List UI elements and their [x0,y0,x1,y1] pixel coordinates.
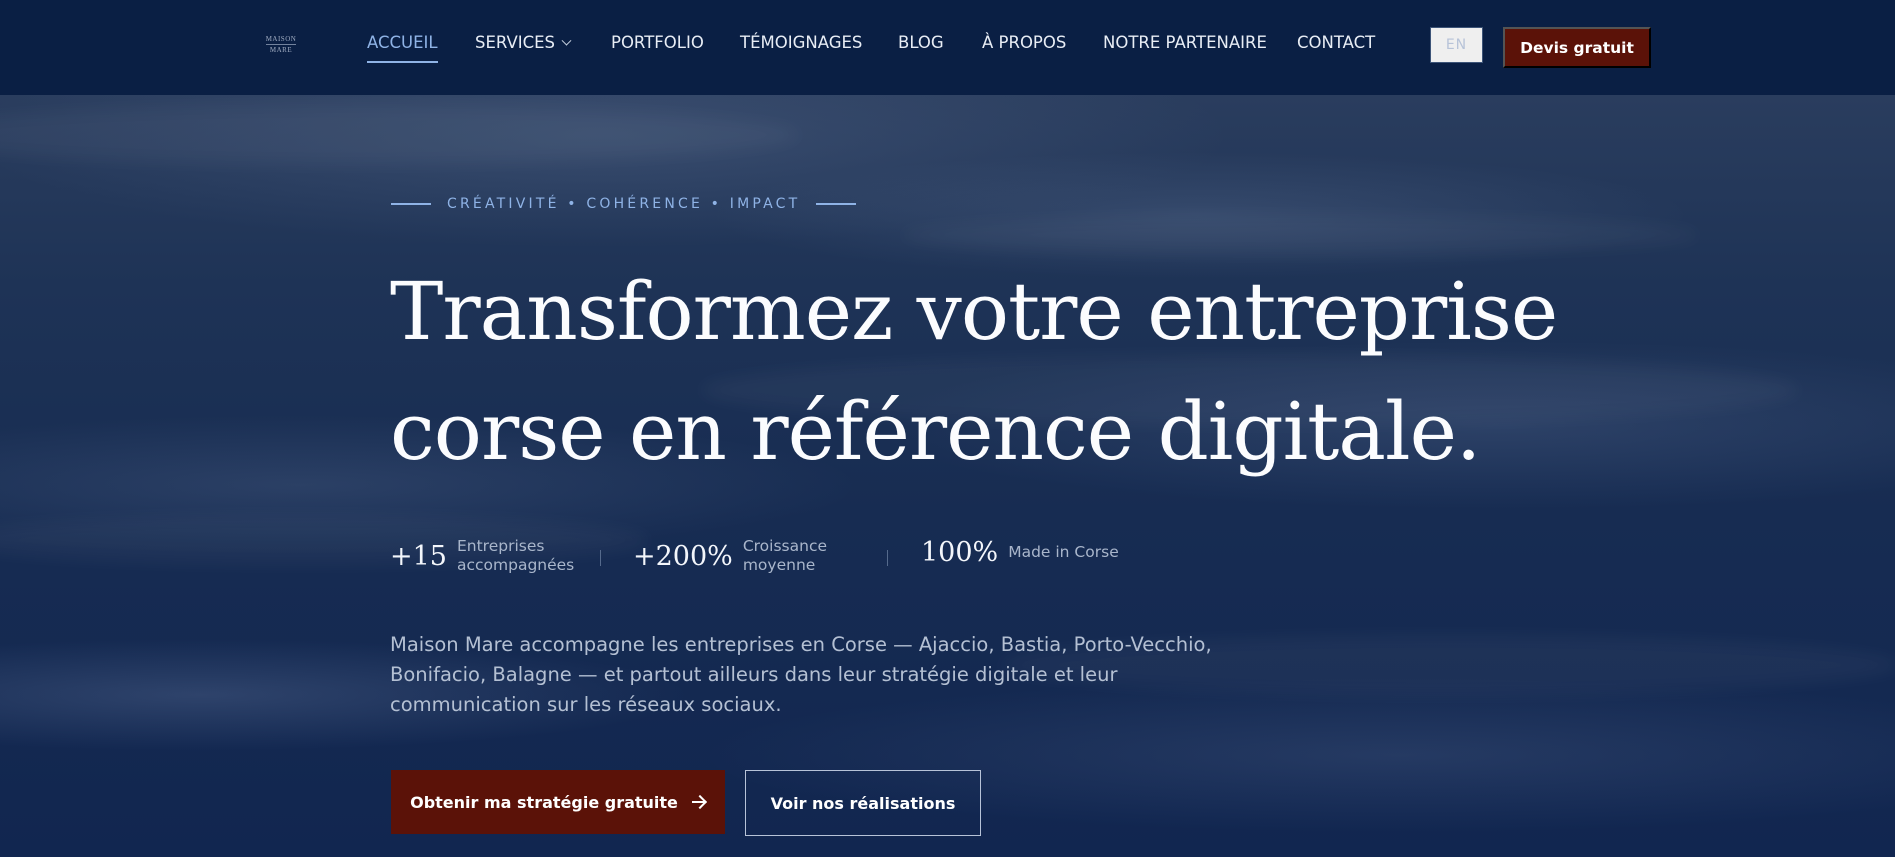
nav-label-temoignages: TÉMOIGNAGES [740,33,863,52]
arrow-right-icon [691,796,706,808]
hero-headline: Transformez votre entreprise corse en ré… [390,252,1590,492]
hero-eyebrow: CRÉATIVITÉ • COHÉRENCE • IMPACT [391,194,857,214]
stat-label-line: accompagnées [456,556,575,574]
headline-line-1: Transformez votre entreprise [390,265,1558,358]
stat-made-in-corse: 100% Made in Corse [921,537,1119,568]
chevron-down-icon [561,35,572,46]
cta-primary-label: Obtenir ma stratégie gratuite [410,792,678,812]
nav-item-services[interactable]: SERVICES [475,32,572,54]
stat-label-line: moyenne [742,556,816,574]
nav-label-services: SERVICES [475,33,556,52]
stat-label: Made in Corse [1008,543,1119,561]
nav-item-notre-partenaire[interactable]: NOTRE PARTENAIRE [1103,32,1267,54]
logo-text-bottom: MARE [269,45,293,54]
nav-item-accueil[interactable]: ACCUEIL [367,32,438,63]
language-toggle-button[interactable]: EN [1430,27,1483,63]
hero-description: Maison Mare accompagne les entreprises e… [390,633,1212,716]
stat-value: 100% [921,537,999,568]
nav-label-notre-partenaire: NOTRE PARTENAIRE [1103,33,1267,52]
view-portfolio-button[interactable]: Voir nos réalisations [745,770,981,836]
stat-label-line: Entreprises [456,537,545,555]
wave-highlight [0,105,800,165]
nav-item-temoignages[interactable]: TÉMOIGNAGES [740,32,862,54]
stat-companies: +15 Entreprises accompagnées [390,537,574,575]
nav-item-portfolio[interactable]: PORTFOLIO [611,32,704,54]
wave-highlight [900,215,1700,255]
nav-label-portfolio: PORTFOLIO [611,33,704,52]
logo-rule [266,43,296,45]
stat-label: Entreprises accompagnées [457,537,574,575]
maison-mare-logo[interactable]: MAISON MARE [258,28,304,60]
site-header: MAISON MARE ACCUEIL SERVICES PORTFOLIO T… [0,0,1895,95]
nav-item-contact[interactable]: CONTACT [1297,32,1375,54]
nav-item-blog[interactable]: BLOG [898,32,944,54]
nav-label-blog: BLOG [898,33,944,52]
headline-line-2: corse en référence digitale. [390,385,1481,478]
free-quote-button[interactable]: Devis gratuit [1503,27,1651,68]
nav-label-a-propos: À PROPOS [982,33,1067,52]
eyebrow-line-right [816,203,857,205]
active-underline [367,61,438,63]
eyebrow-line-left [391,203,431,205]
stat-value: +200% [633,540,733,572]
stat-growth: +200% Croissance moyenne [633,537,827,575]
stat-value: +15 [390,540,447,572]
nav-label-accueil: ACCUEIL [367,33,438,52]
stat-divider [600,550,601,566]
nav-label-contact: CONTACT [1297,33,1376,52]
stat-label-line: Croissance [742,537,828,555]
get-strategy-button[interactable]: Obtenir ma stratégie gratuite [391,770,725,834]
eyebrow-text: CRÉATIVITÉ • COHÉRENCE • IMPACT [447,196,801,212]
logo-text-top: MAISON [265,34,297,43]
nav-item-a-propos[interactable]: À PROPOS [982,32,1066,54]
stat-divider [887,550,888,566]
stat-label: Croissance moyenne [743,537,827,575]
